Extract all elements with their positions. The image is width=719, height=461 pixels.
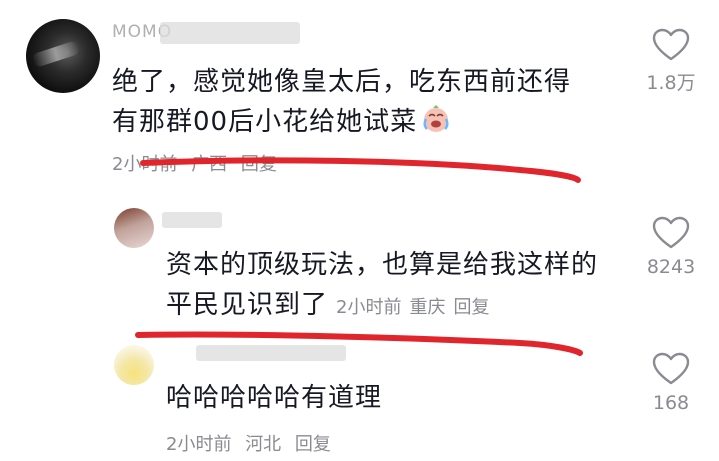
red-underline bbox=[135, 331, 583, 356]
red-underline bbox=[140, 157, 581, 183]
annotation-layer bbox=[135, 157, 583, 356]
